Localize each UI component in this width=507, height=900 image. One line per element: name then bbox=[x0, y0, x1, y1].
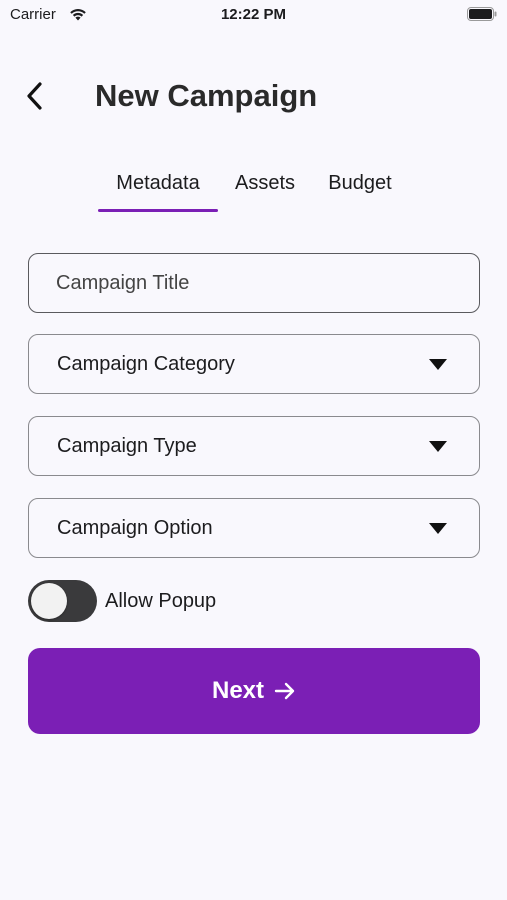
campaign-option-label: Campaign Option bbox=[57, 517, 213, 539]
battery-icon bbox=[467, 7, 497, 21]
tab-assets[interactable]: Assets bbox=[226, 168, 304, 212]
status-bar: Carrier 12:22 PM bbox=[0, 0, 507, 30]
caret-down-icon bbox=[429, 523, 447, 534]
clock: 12:22 PM bbox=[220, 6, 287, 23]
campaign-category-select[interactable]: Campaign Category bbox=[28, 334, 480, 394]
campaign-category-label: Campaign Category bbox=[57, 353, 235, 375]
chevron-left-icon bbox=[27, 82, 42, 110]
arrow-right-icon bbox=[274, 682, 295, 700]
campaign-title-field bbox=[28, 253, 480, 313]
campaign-option-select[interactable]: Campaign Option bbox=[28, 498, 480, 558]
toggle-knob bbox=[31, 583, 67, 619]
caret-down-icon bbox=[429, 359, 447, 370]
page-title: New Campaign bbox=[95, 78, 318, 113]
caret-down-icon bbox=[429, 441, 447, 452]
campaign-type-select[interactable]: Campaign Type bbox=[28, 416, 480, 476]
tab-metadata[interactable]: Metadata bbox=[98, 168, 218, 212]
active-tab-indicator bbox=[98, 209, 218, 212]
allow-popup-toggle[interactable] bbox=[28, 580, 97, 622]
campaign-title-input[interactable] bbox=[56, 254, 456, 312]
campaign-type-label: Campaign Type bbox=[57, 435, 197, 457]
next-button[interactable]: Next bbox=[28, 648, 480, 734]
back-button[interactable] bbox=[18, 76, 52, 116]
tab-budget[interactable]: Budget bbox=[318, 168, 402, 212]
tab-bar: Metadata Assets Budget bbox=[0, 168, 507, 214]
allow-popup-label: Allow Popup bbox=[105, 590, 217, 612]
next-button-label: Next bbox=[211, 677, 265, 704]
